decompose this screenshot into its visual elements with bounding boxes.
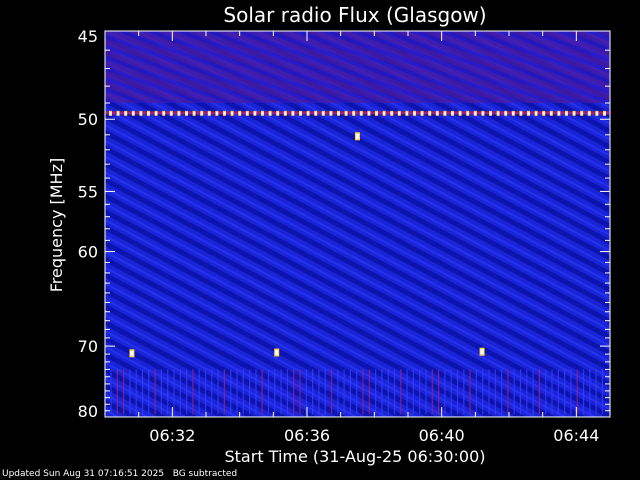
narrowband-line-core <box>314 111 317 115</box>
interference-band <box>105 31 610 104</box>
narrowband-line-core <box>421 111 424 115</box>
y-axis-label: Frequency [MHz] <box>47 158 66 292</box>
narrowband-line-core <box>413 111 416 115</box>
narrowband-line-core <box>527 111 530 115</box>
narrowband-line-core <box>261 111 264 115</box>
narrowband-line-core <box>519 111 522 115</box>
y-tick-label: 70 <box>78 337 98 356</box>
narrowband-line-core <box>535 111 538 115</box>
chart-title: Solar radio Flux (Glasgow) <box>223 3 486 27</box>
narrowband-line-core <box>147 111 150 115</box>
narrowband-line-core <box>155 111 158 115</box>
narrowband-line-core <box>466 111 469 115</box>
emission-spot-core <box>275 350 279 356</box>
narrowband-line-core <box>603 111 606 115</box>
spectrogram-chart: 06:32 06:36 06:40 06:44 45 50 55 60 70 80 Solar … <box>47 3 611 466</box>
x-tick-label: 06:40 <box>419 426 465 445</box>
narrowband-line-core <box>573 111 576 115</box>
narrowband-line-core <box>588 111 591 115</box>
narrowband-line-core <box>223 111 226 115</box>
narrowband-line-core <box>284 111 287 115</box>
narrowband-line-core <box>398 111 401 115</box>
footer-status: Updated Sun Aug 31 07:16:51 2025 BG subt… <box>2 469 237 479</box>
narrowband-line-core <box>269 111 272 115</box>
narrowband-line-core <box>238 111 241 115</box>
narrowband-line-core <box>200 111 203 115</box>
narrowband-line-core <box>322 111 325 115</box>
narrowband-line-core <box>124 111 127 115</box>
narrowband-line-core <box>352 111 355 115</box>
narrowband-line-core <box>542 111 545 115</box>
spectrogram-plot-area <box>105 31 610 417</box>
narrowband-line-core <box>474 111 477 115</box>
narrowband-line-core <box>276 111 279 115</box>
narrowband-line-core <box>162 111 165 115</box>
narrowband-line-core <box>345 111 348 115</box>
narrowband-line-core <box>550 111 553 115</box>
narrowband-line-core <box>504 111 507 115</box>
narrowband-line-core <box>367 111 370 115</box>
narrowband-line-core <box>291 111 294 115</box>
narrowband-line-core <box>428 111 431 115</box>
narrowband-line-core <box>185 111 188 115</box>
y-tick-label: 50 <box>78 110 98 129</box>
narrowband-line-core <box>193 111 196 115</box>
y-tick-label: 80 <box>78 402 98 421</box>
narrowband-line-core <box>299 111 302 115</box>
narrowband-line-core <box>329 111 332 115</box>
narrowband-line-core <box>557 111 560 115</box>
narrowband-line-core <box>481 111 484 115</box>
narrowband-line-core <box>109 111 112 115</box>
narrowband-line-core <box>337 111 340 115</box>
narrowband-line-core <box>443 111 446 115</box>
x-tick-label: 06:32 <box>149 426 195 445</box>
narrowband-line-core <box>307 111 310 115</box>
narrowband-line-core <box>497 111 500 115</box>
narrowband-line-core <box>459 111 462 115</box>
narrowband-line-core <box>139 111 142 115</box>
narrowband-line-core <box>117 111 120 115</box>
narrowband-line-core <box>170 111 173 115</box>
y-tick-label: 60 <box>78 243 98 262</box>
narrowband-line-core <box>489 111 492 115</box>
narrowband-line-core <box>390 111 393 115</box>
emission-spot-core <box>130 350 134 356</box>
narrowband-line-core <box>595 111 598 115</box>
emission-spot-core <box>356 133 359 139</box>
x-axis-label: Start Time (31-Aug-25 06:30:00) <box>225 447 486 466</box>
x-tick-label: 06:44 <box>553 426 599 445</box>
updated-timestamp: Updated Sun Aug 31 07:16:51 2025 <box>2 469 165 479</box>
narrowband-line-core <box>383 111 386 115</box>
narrowband-line-core <box>512 111 515 115</box>
narrowband-line-core <box>177 111 180 115</box>
narrowband-line-core <box>360 111 363 115</box>
narrowband-line-core <box>436 111 439 115</box>
emission-spot-core <box>480 349 484 355</box>
narrowband-line-core <box>253 111 256 115</box>
x-tick-label: 06:36 <box>284 426 330 445</box>
y-tick-label: 55 <box>78 182 98 201</box>
narrowband-line-core <box>215 111 218 115</box>
narrowband-line-core <box>208 111 211 115</box>
narrowband-line-core <box>405 111 408 115</box>
narrowband-line-core <box>375 111 378 115</box>
y-tick-label: 45 <box>78 27 98 46</box>
narrowband-line-core <box>580 111 583 115</box>
narrowband-line-core <box>246 111 249 115</box>
bg-subtracted-note: BG subtracted <box>172 469 238 479</box>
narrowband-line-core <box>451 111 454 115</box>
narrowband-line-core <box>565 111 568 115</box>
narrowband-line-core <box>231 111 234 115</box>
narrowband-line-core <box>132 111 135 115</box>
